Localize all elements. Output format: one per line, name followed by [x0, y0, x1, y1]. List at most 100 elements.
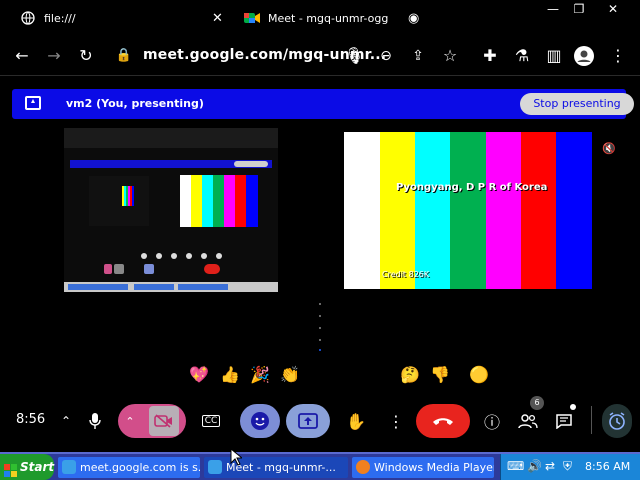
leave-call-button[interactable] — [416, 404, 470, 438]
color-bar — [380, 132, 415, 289]
reaction-surprised[interactable]: 😮 — [339, 364, 361, 386]
close-tab-icon[interactable]: ✕ — [212, 11, 223, 26]
bookmark-star-icon[interactable]: ☆ — [440, 46, 460, 66]
volume-icon[interactable]: 🔊 — [527, 459, 542, 473]
reaction-thumbs-down[interactable]: 👎 — [429, 364, 451, 386]
smiley-icon — [251, 412, 269, 430]
video-watermark: Credit 826K — [382, 270, 430, 279]
sharing-indicator-icon: ◉ — [408, 10, 420, 26]
people-count-badge: 6 — [530, 396, 544, 410]
profile-avatar-icon[interactable] — [574, 46, 594, 66]
screen: file:/// ✕ Meet - mgq-unmr-ogg ◉ — ❐ ✕ ←… — [0, 0, 640, 480]
color-bar — [415, 132, 450, 289]
presentation-tile[interactable] — [64, 128, 278, 292]
video-caption: Pyongyang, D P R of Korea — [396, 182, 548, 193]
browser-icon — [208, 460, 222, 474]
keyboard-icon[interactable]: ⌨ — [507, 459, 524, 473]
reaction-clap[interactable]: 👏 — [279, 364, 301, 386]
back-icon[interactable]: ← — [12, 46, 32, 66]
meet-icon — [244, 10, 260, 26]
present-screen-icon — [298, 413, 318, 429]
taskbar-item-label: Meet - mgq-unmr-... — [226, 461, 336, 474]
present-screen-icon — [25, 96, 41, 110]
raise-hand-button[interactable]: ✋ — [344, 404, 368, 438]
security-icon[interactable]: ⛨ — [563, 459, 572, 474]
microphone-icon[interactable]: 🎙 — [344, 46, 364, 66]
media-player-icon — [356, 460, 370, 474]
activities-button[interactable] — [602, 404, 632, 438]
network-icon[interactable]: ⇄ — [545, 459, 555, 473]
camera-off-icon — [148, 406, 179, 436]
reload-icon[interactable]: ↻ — [76, 46, 96, 66]
present-now-button[interactable] — [286, 404, 330, 438]
side-panel-icon[interactable]: ▥ — [544, 46, 564, 66]
forward-icon[interactable]: → — [44, 46, 64, 66]
screen-share-preview — [64, 128, 278, 292]
taskbar-clock: 8:56 AM — [585, 460, 631, 473]
chevron-up-icon: ⌃ — [125, 414, 135, 428]
chat-icon — [556, 414, 572, 429]
tab-file[interactable]: file:/// ✕ — [0, 4, 230, 32]
stop-presenting-button[interactable]: Stop presenting — [520, 93, 634, 115]
microphone-button[interactable] — [84, 404, 106, 438]
presenting-banner: vm2 (You, presenting) Stop presenting — [12, 89, 634, 119]
reactions-bar: 💖 👍 🎉 👏 😂 😮 😢 🤔 👎 🟡 — [188, 362, 500, 388]
emoji-reactions-button[interactable] — [240, 404, 280, 438]
taskbar-item-label: meet.google.com is s... — [80, 461, 200, 474]
system-tray: ⌨ 🔊 ⇄ ⛨ 8:56 AM — [500, 454, 640, 480]
tab-title: file:/// — [44, 11, 76, 25]
reaction-heart[interactable]: 💖 — [188, 364, 210, 386]
taskbar-item-meet[interactable]: Meet - mgq-unmr-... — [204, 457, 348, 478]
site-info-icon[interactable]: 🔒 — [114, 46, 134, 66]
menu-dots-icon[interactable]: ⋮ — [608, 46, 628, 66]
controls-divider — [591, 406, 592, 434]
hand-icon: ✋ — [346, 411, 366, 431]
reaction-more[interactable]: 🟡 — [468, 364, 490, 386]
captions-button[interactable]: CC — [196, 404, 226, 438]
mouse-cursor-icon — [230, 448, 242, 466]
tab-title: Meet - mgq-unmr-ogg — [268, 11, 389, 25]
globe-icon — [20, 10, 36, 26]
windows-logo-icon — [4, 460, 17, 477]
presenting-title: vm2 (You, presenting) — [66, 97, 204, 110]
reaction-sad[interactable]: 😢 — [369, 364, 391, 386]
chevron-up-icon[interactable]: ⌃ — [56, 404, 76, 438]
mic-muted-icon: 🔇 — [602, 142, 616, 155]
camera-button[interactable]: ⌃ — [118, 404, 186, 438]
start-button[interactable]: Start — [0, 454, 54, 480]
tab-strip: file:/// ✕ Meet - mgq-unmr-ogg ◉ — ❐ ✕ — [0, 0, 640, 36]
reaction-laugh[interactable]: 😂 — [309, 364, 331, 386]
labs-icon[interactable]: ⚗ — [512, 46, 532, 66]
address-toolbar: ← → ↻ 🔒 meet.google.com/mgq-unmr... 🎙 ⊖ … — [0, 36, 640, 76]
reaction-trail — [319, 303, 321, 351]
taskbar-item-label: Windows Media Player — [374, 461, 494, 474]
chat-notification-dot — [570, 404, 576, 410]
share-icon[interactable]: ⇪ — [408, 46, 428, 66]
color-bar — [344, 132, 380, 289]
zoom-icon[interactable]: ⊖ — [376, 46, 396, 66]
meeting-clock: 8:56 — [16, 412, 46, 427]
windows-taskbar: Start meet.google.com is s... Meet - mgq… — [0, 452, 640, 480]
meeting-info-icon[interactable]: ⓘ — [482, 404, 502, 438]
taskbar-item-meet-notice[interactable]: meet.google.com is s... — [58, 457, 200, 478]
extensions-icon[interactable]: ✚ — [480, 46, 500, 66]
more-options-icon[interactable]: ⋮ — [386, 404, 406, 438]
color-bar — [556, 132, 592, 289]
taskbar-item-media-player[interactable]: Windows Media Player — [352, 457, 494, 478]
close-window-icon[interactable]: ✕ — [604, 2, 622, 16]
minimize-icon[interactable]: — — [544, 2, 562, 16]
remote-participant-tile[interactable]: Pyongyang, D P R of Korea Credit 826K — [344, 132, 592, 289]
hang-up-icon — [433, 418, 453, 425]
captions-icon: CC — [201, 415, 221, 427]
tab-meet[interactable]: Meet - mgq-unmr-ogg ◉ — [228, 4, 428, 32]
microphone-icon — [89, 413, 101, 429]
people-icon — [518, 414, 538, 429]
reaction-thinking[interactable]: 🤔 — [399, 364, 421, 386]
restore-icon[interactable]: ❐ — [570, 2, 588, 16]
color-bar — [521, 132, 556, 289]
reaction-thumbs-up[interactable]: 👍 — [219, 364, 241, 386]
timer-icon — [609, 412, 625, 430]
reaction-party[interactable]: 🎉 — [249, 364, 271, 386]
color-bar — [486, 132, 521, 289]
browser-icon — [62, 460, 76, 474]
